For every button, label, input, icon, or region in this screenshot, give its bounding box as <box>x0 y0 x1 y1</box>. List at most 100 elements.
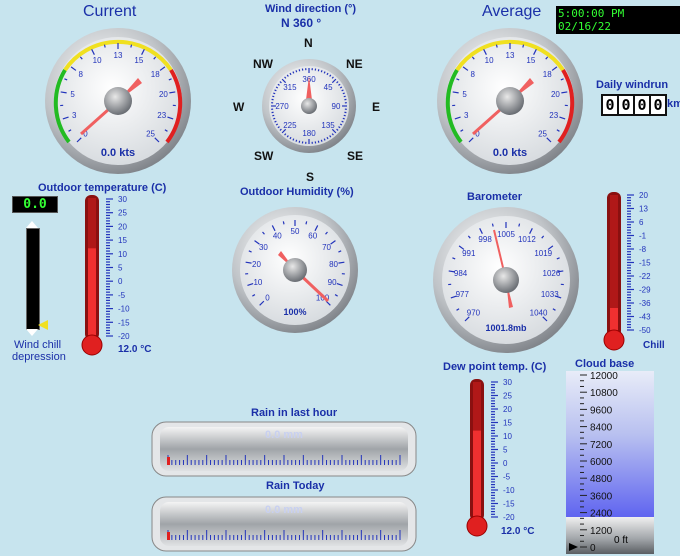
humidity-value: 100% <box>283 307 306 317</box>
dewpoint-bulb <box>466 515 488 537</box>
gauge-tick-label: 20 <box>551 90 560 99</box>
direction-tick <box>274 120 277 123</box>
gauge-tick-label: 15 <box>134 56 143 65</box>
direction-tick <box>341 89 344 92</box>
windchill-label-1: Wind chill <box>14 339 62 351</box>
outdoor-temp-digital: 0.0 <box>12 196 58 213</box>
cloudbase-pointer-icon <box>569 543 578 551</box>
windrun-digit: 0 <box>651 96 665 114</box>
gauge-tick-label: 25 <box>146 130 155 139</box>
rain-today-value: 0.0 mm <box>265 504 303 516</box>
windchill-up-arrow[interactable] <box>26 221 38 228</box>
direction-tick <box>342 92 345 95</box>
scale-label: -50 <box>639 326 651 335</box>
chill-bulb <box>603 329 625 351</box>
rain-today-gauge: 0.0 mm <box>151 496 417 552</box>
gauge-tick-label: 70 <box>322 243 331 252</box>
chill-thermometer: 20 13 6 -1 -8 -15 -22 -29 -36 -43 -50 Chill <box>603 191 665 351</box>
scale-label: -22 <box>639 272 651 281</box>
direction-tick <box>320 70 323 73</box>
gauge-tick-label: 1040 <box>530 309 548 318</box>
scale-label: 15 <box>503 419 512 428</box>
direction-tick-label: 90 <box>332 102 341 111</box>
average-title: Average <box>482 3 542 20</box>
direction-tick <box>273 117 276 120</box>
gauge-tick-label: 8 <box>79 70 84 79</box>
gauge-tick-label: 80 <box>329 260 338 269</box>
cloudbase-scale-label: 0 <box>590 543 596 554</box>
windchill-slider[interactable] <box>26 228 40 330</box>
direction-tick <box>298 69 301 72</box>
gauge-tick-label: 0 <box>265 294 270 303</box>
gauge-tick <box>130 44 133 48</box>
cloudbase-scale-svg: 1200010800960084007200600048003600240012… <box>569 371 628 554</box>
gauge-tick <box>518 223 521 227</box>
cloudbase-scale-label: 7200 <box>590 440 613 451</box>
direction-tick <box>298 140 301 143</box>
gauge-tick-label: 1012 <box>518 235 536 244</box>
direction-tick <box>295 139 298 142</box>
cloudbase-scale-label: 10800 <box>590 388 618 399</box>
windrun-digit: 0 <box>635 96 649 114</box>
outdoor-temp-mercury <box>88 248 96 336</box>
current-wind-value: 0.0 kts <box>101 147 135 159</box>
gauge-tick-label: 13 <box>506 51 515 60</box>
barometer-gauge: 970977984991998100510121019102610331040 … <box>433 207 579 353</box>
scale-label: -5 <box>118 291 126 300</box>
gauge-tick-label: 20 <box>252 260 261 269</box>
humidity-title: Outdoor Humidity (%) <box>240 186 354 198</box>
gauge-tick-label: 18 <box>543 70 552 79</box>
daily-windrun-unit: km <box>667 98 680 110</box>
gauge-tick-label: 90 <box>328 278 337 287</box>
gauge-tick-label: 8 <box>471 70 476 79</box>
current-wind-gauge: 035810131518202325 0.0 kts <box>45 28 191 174</box>
gauge-tick-label: 15 <box>526 56 535 65</box>
gauge-tick-label: 30 <box>259 243 268 252</box>
dewpoint-thermometer: 30 25 20 15 10 5 0 -5 -10 -15 -20 12.0 °C <box>466 378 534 537</box>
gauge-tick <box>103 44 106 48</box>
barometer-hub <box>493 267 519 293</box>
gauge-tick-label: 3 <box>72 111 77 120</box>
scale-label: 0 <box>118 277 123 286</box>
windchill-down-arrow[interactable] <box>26 329 38 336</box>
direction-tick <box>320 139 323 142</box>
gauge-tick-label: 18 <box>151 70 160 79</box>
cloudbase-scale-label: 8400 <box>590 423 613 434</box>
gauge-tick-label: 1005 <box>497 230 515 239</box>
gauge-tick-label: 1019 <box>534 249 552 258</box>
dewpoint-value: 12.0 °C <box>501 526 534 537</box>
gauge-tick <box>495 44 498 48</box>
gauge-tick-label: 984 <box>454 269 468 278</box>
gauge-tick-label: 20 <box>159 90 168 99</box>
compass-e: E <box>372 100 381 114</box>
cloudbase-scale: 1200010800960084007200600048003600240012… <box>580 371 618 554</box>
gauge-tick-label: 10 <box>93 56 102 65</box>
wind-direction-readout: N 360 ° <box>281 16 322 30</box>
gauge-tick-label: 3 <box>464 111 469 120</box>
gauge-tick-label: 977 <box>456 290 470 299</box>
scale-label: -1 <box>639 232 647 241</box>
direction-tick <box>343 95 346 98</box>
gauge-tick-label: 5 <box>462 90 467 99</box>
chill-scale: 20 13 6 -1 -8 -15 -22 -29 -36 -43 -50 <box>627 191 651 335</box>
scale-label: 20 <box>503 405 512 414</box>
scale-label: -43 <box>639 313 651 322</box>
scale-label: 13 <box>639 205 648 214</box>
direction-tick-label: 315 <box>283 83 297 92</box>
scale-label: -20 <box>503 513 515 522</box>
cloudbase-title: Cloud base <box>575 358 635 370</box>
direction-tick <box>292 138 295 141</box>
humidity-gauge: 010203040 50 60708090100 100% <box>232 207 358 333</box>
direction-tick <box>317 69 320 72</box>
direction-tick-label: 135 <box>321 121 335 130</box>
direction-tick-label: 180 <box>302 129 316 138</box>
direction-hub <box>301 98 317 114</box>
cloudbase-scale-label: 1200 <box>590 526 613 537</box>
gauge-tick-label: 25 <box>538 130 547 139</box>
cloudbase-value: 0 ft <box>614 535 628 546</box>
rain-last-hour-title: Rain in last hour <box>251 407 338 419</box>
gauge-tick-label: 970 <box>467 309 481 318</box>
scale-label: 25 <box>118 209 127 218</box>
cloudbase-scale-label: 3600 <box>590 491 613 502</box>
direction-tick <box>341 120 344 123</box>
